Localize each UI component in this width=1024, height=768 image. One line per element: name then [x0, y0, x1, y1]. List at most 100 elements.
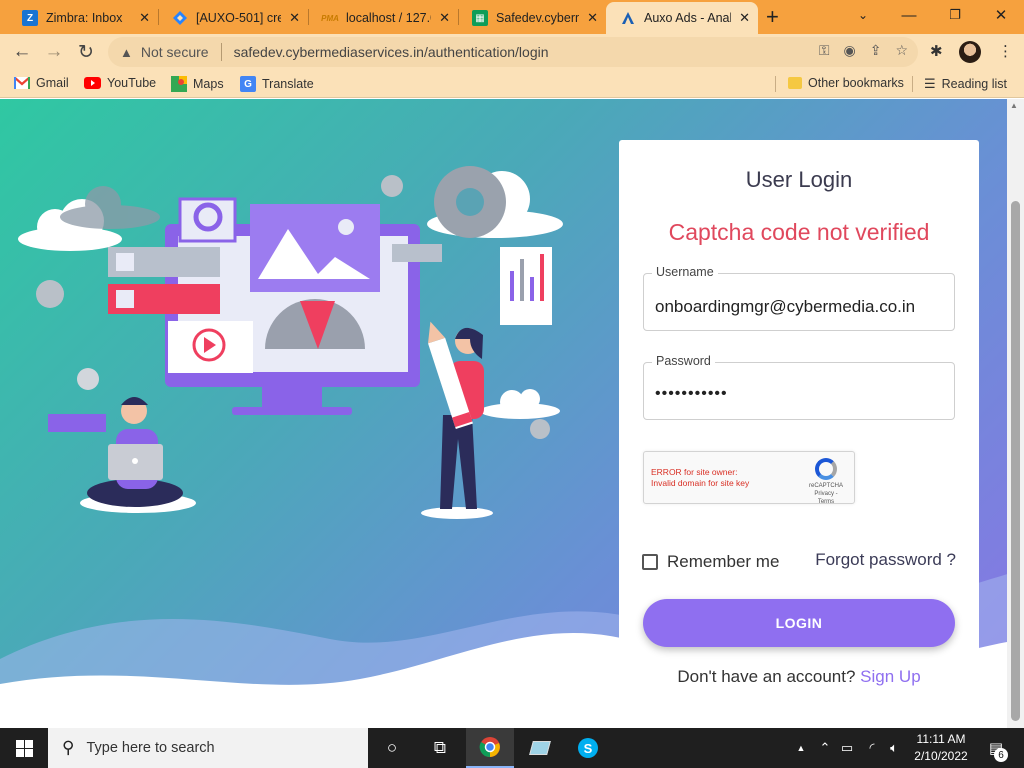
app-taskbar-icon[interactable]	[516, 728, 564, 768]
browser-tab-bar: Z Zimbra: Inbox ✕ [AUXO-501] cre ✕ PMA l…	[0, 0, 1024, 34]
tab-title: [AUXO-501] cre	[196, 11, 282, 25]
tab-title: Safedev.cyberm	[496, 11, 580, 25]
notification-count-badge: 6	[994, 748, 1008, 762]
sheets-icon: ▦	[472, 10, 488, 26]
notifications-button[interactable]: ▤ 6	[982, 728, 1010, 768]
close-tab-icon[interactable]: ✕	[289, 10, 300, 26]
clock-time: 11:11 AM	[916, 732, 966, 746]
password-input[interactable]: •••••••••••	[655, 385, 728, 403]
maps-icon	[171, 76, 187, 92]
tab-auxo-ads[interactable]: Auxo Ads - Anal ✕	[606, 2, 758, 34]
login-button[interactable]: LOGIN	[643, 599, 955, 647]
other-bookmarks-label: Other bookmarks	[808, 76, 904, 90]
wifi-icon[interactable]: ◜	[862, 728, 882, 768]
close-window-icon[interactable]: ✕	[978, 0, 1024, 30]
star-icon[interactable]: ☆	[895, 42, 908, 59]
tab-title: localhost / 127.0	[346, 11, 432, 25]
bookmark-translate[interactable]: G Translate	[240, 76, 314, 92]
captcha-error-message: Captcha code not verified	[668, 219, 930, 245]
username-label: Username	[652, 265, 718, 279]
tab-jira[interactable]: [AUXO-501] cre ✕	[158, 2, 308, 34]
translate-icon: G	[240, 76, 256, 92]
sign-up-link[interactable]: Sign Up	[860, 667, 920, 686]
username-field[interactable]: Username onboardingmgr@cybermedia.co.in	[643, 265, 955, 331]
bookmark-youtube[interactable]: YouTube	[84, 76, 156, 90]
bookmark-label: Translate	[262, 77, 314, 91]
recaptcha-icon	[815, 458, 837, 480]
address-bar[interactable]: ▲ Not secure safedev.cybermediaservices.…	[108, 37, 918, 67]
gmail-icon	[14, 77, 30, 89]
windows-start-button[interactable]	[0, 728, 48, 768]
skype-taskbar-icon[interactable]: S	[564, 728, 612, 768]
page-scrollbar[interactable]: ▲	[1007, 99, 1024, 728]
jira-icon	[172, 10, 188, 26]
minimize-icon[interactable]: —	[886, 0, 932, 30]
bookmark-label: Maps	[193, 77, 224, 91]
remember-me-checkbox[interactable]: Remember me	[642, 552, 779, 572]
login-card: User Login Captcha code not verified Use…	[619, 140, 979, 712]
password-field[interactable]: Password •••••••••••	[643, 354, 955, 420]
auxo-icon	[620, 10, 636, 26]
taskbar-scroll-icon[interactable]: ▲	[794, 728, 808, 768]
search-placeholder: Type here to search	[86, 740, 215, 756]
security-label[interactable]: Not secure	[141, 44, 209, 60]
windows-logo-icon	[15, 739, 33, 757]
chrome-taskbar-icon[interactable]	[466, 728, 514, 768]
volume-icon[interactable]: 🔈︎	[884, 728, 904, 768]
avatar[interactable]	[959, 41, 981, 63]
bookmark-gmail[interactable]: Gmail	[14, 76, 69, 90]
close-tab-icon[interactable]: ✕	[739, 10, 750, 26]
restore-icon[interactable]: ❐	[932, 0, 978, 30]
password-label: Password	[652, 354, 715, 368]
bookmarks-bar: Gmail YouTube Maps G Translate Other boo…	[0, 70, 1024, 98]
browser-toolbar: ← → ↻ ▲ Not secure safedev.cybermediaser…	[0, 34, 1024, 70]
checkbox-icon[interactable]	[642, 554, 658, 570]
reading-list[interactable]: ☰ Reading list	[924, 76, 1007, 92]
taskbar-search[interactable]: ⚲ Type here to search	[48, 728, 368, 768]
url-text[interactable]: safedev.cybermediaservices.in/authentica…	[234, 44, 549, 60]
skype-icon: S	[578, 738, 598, 758]
key-icon[interactable]: ⚿	[819, 42, 830, 59]
other-bookmarks[interactable]: Other bookmarks	[788, 76, 904, 90]
forward-icon[interactable]: →	[40, 38, 68, 66]
login-page: User Login Captcha code not verified Use…	[0, 99, 1024, 728]
scrollbar-thumb[interactable]	[1011, 201, 1020, 721]
share-icon[interactable]: ⇪	[870, 42, 882, 59]
username-input[interactable]: onboardingmgr@cybermedia.co.in	[655, 297, 915, 317]
taskbar-clock[interactable]: 11:11 AM 2/10/2022	[906, 731, 976, 765]
reading-list-icon: ☰	[924, 76, 936, 91]
close-tab-icon[interactable]: ✕	[587, 10, 598, 26]
tab-zimbra[interactable]: Z Zimbra: Inbox ✕	[8, 2, 158, 34]
recaptcha-widget[interactable]: ERROR for site owner: Invalid domain for…	[643, 451, 855, 506]
reload-icon[interactable]: ↻	[72, 38, 100, 66]
close-tab-icon[interactable]: ✕	[139, 10, 150, 26]
tab-search-icon[interactable]: ⌄	[840, 0, 886, 30]
bookmark-maps[interactable]: Maps	[171, 76, 224, 92]
task-view-icon[interactable]: ⧉	[416, 728, 464, 768]
menu-icon[interactable]: ⋮	[998, 42, 1013, 60]
no-account-text: Don't have an account?	[677, 667, 856, 686]
login-title: User Login	[745, 167, 853, 192]
zimbra-icon: Z	[22, 10, 38, 26]
eye-off-icon[interactable]: ◉	[843, 42, 855, 59]
tab-sheets[interactable]: ▦ Safedev.cyberm ✕	[458, 2, 606, 34]
extensions-icon[interactable]: ✱	[930, 42, 943, 60]
new-tab-icon[interactable]: +	[766, 4, 779, 30]
bookmark-label: Gmail	[36, 76, 69, 90]
youtube-icon	[84, 77, 101, 89]
tab-title: Auxo Ads - Anal	[644, 11, 732, 25]
tab-phpmyadmin[interactable]: PMA localhost / 127.0 ✕	[308, 2, 458, 34]
recaptcha-logo: reCAPTCHA Privacy - Terms	[806, 458, 846, 506]
forgot-password-link[interactable]: Forgot password ?	[815, 550, 956, 570]
clock-date: 2/10/2022	[914, 749, 968, 763]
back-icon[interactable]: ←	[8, 38, 36, 66]
cortana-icon[interactable]: ○	[368, 728, 416, 768]
warning-icon: ▲	[120, 44, 133, 60]
battery-icon[interactable]: ▭	[838, 728, 856, 768]
chrome-icon	[479, 737, 500, 758]
scroll-up-icon[interactable]: ▲	[1010, 101, 1018, 110]
signup-row: Don't have an account? Sign Up	[619, 667, 979, 687]
show-hidden-icons[interactable]: ⌃	[816, 728, 834, 768]
close-tab-icon[interactable]: ✕	[439, 10, 450, 26]
recaptcha-error: ERROR for site owner: Invalid domain for…	[651, 467, 750, 488]
